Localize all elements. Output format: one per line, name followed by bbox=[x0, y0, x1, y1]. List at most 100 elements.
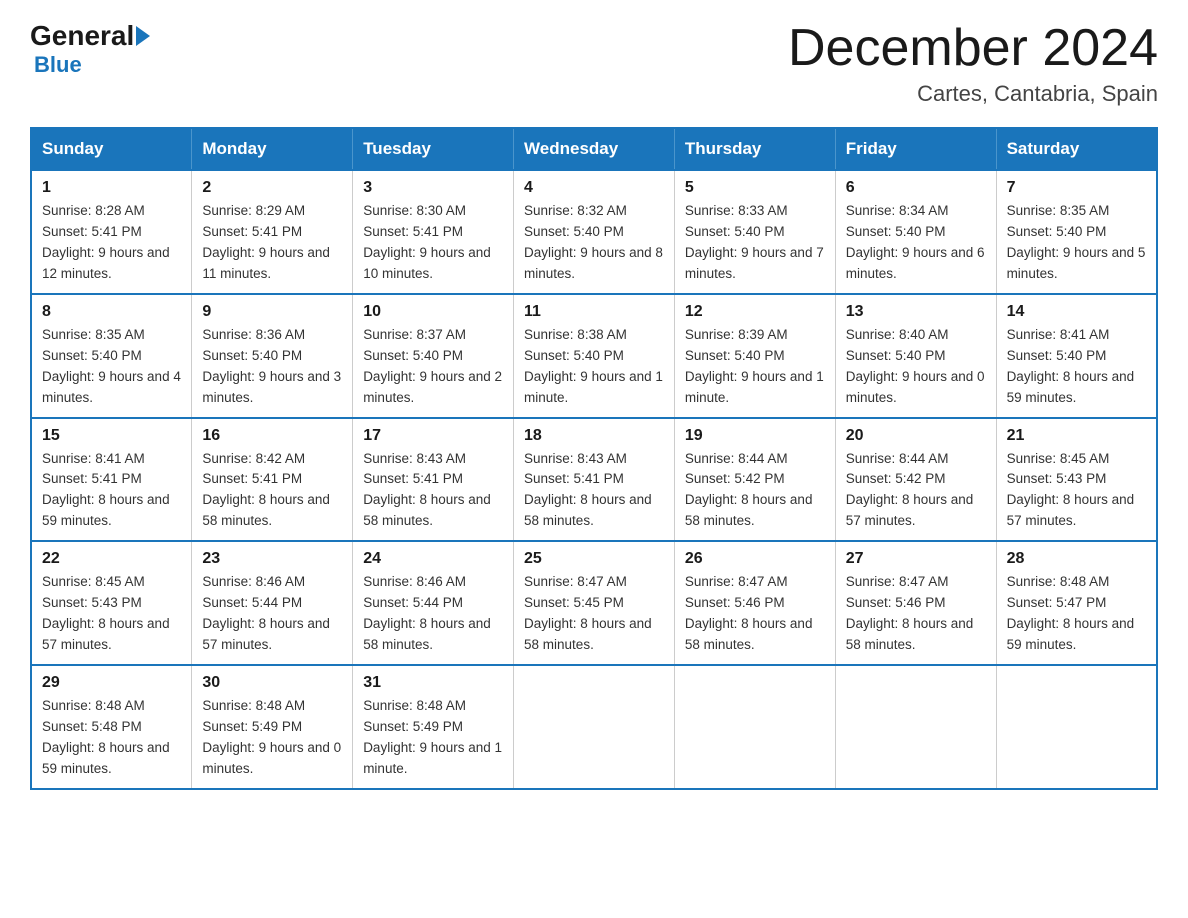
day-number: 3 bbox=[363, 179, 503, 197]
day-number: 28 bbox=[1007, 550, 1146, 568]
col-header-tuesday: Tuesday bbox=[353, 128, 514, 170]
title-section: December 2024 Cartes, Cantabria, Spain bbox=[788, 20, 1158, 107]
day-number: 22 bbox=[42, 550, 181, 568]
day-number: 4 bbox=[524, 179, 664, 197]
day-info: Sunrise: 8:47 AMSunset: 5:45 PMDaylight:… bbox=[524, 574, 652, 652]
calendar-cell: 29 Sunrise: 8:48 AMSunset: 5:48 PMDayligh… bbox=[31, 665, 192, 789]
calendar-cell: 17 Sunrise: 8:43 AMSunset: 5:41 PMDayligh… bbox=[353, 418, 514, 542]
day-number: 17 bbox=[363, 427, 503, 445]
day-info: Sunrise: 8:35 AMSunset: 5:40 PMDaylight:… bbox=[1007, 203, 1146, 281]
day-number: 6 bbox=[846, 179, 986, 197]
calendar-cell: 22 Sunrise: 8:45 AMSunset: 5:43 PMDayligh… bbox=[31, 541, 192, 665]
calendar-week-row: 22 Sunrise: 8:45 AMSunset: 5:43 PMDayligh… bbox=[31, 541, 1157, 665]
day-number: 16 bbox=[202, 427, 342, 445]
calendar-week-row: 8 Sunrise: 8:35 AMSunset: 5:40 PMDaylight… bbox=[31, 294, 1157, 418]
day-info: Sunrise: 8:41 AMSunset: 5:40 PMDaylight:… bbox=[1007, 327, 1135, 405]
col-header-friday: Friday bbox=[835, 128, 996, 170]
calendar-week-row: 29 Sunrise: 8:48 AMSunset: 5:48 PMDayligh… bbox=[31, 665, 1157, 789]
page-header: General Blue December 2024 Cartes, Canta… bbox=[30, 20, 1158, 107]
day-info: Sunrise: 8:30 AMSunset: 5:41 PMDaylight:… bbox=[363, 203, 491, 281]
calendar-week-row: 1Sunrise: 8:28 AMSunset: 5:41 PMDaylight… bbox=[31, 170, 1157, 294]
calendar-week-row: 15Sunrise: 8:41 AMSunset: 5:41 PMDayligh… bbox=[31, 418, 1157, 542]
day-info: Sunrise: 8:29 AMSunset: 5:41 PMDaylight:… bbox=[202, 203, 330, 281]
day-info: Sunrise: 8:33 AMSunset: 5:40 PMDaylight:… bbox=[685, 203, 824, 281]
day-number: 25 bbox=[524, 550, 664, 568]
day-number: 13 bbox=[846, 303, 986, 321]
day-number: 8 bbox=[42, 303, 181, 321]
day-info: Sunrise: 8:40 AMSunset: 5:40 PMDaylight:… bbox=[846, 327, 985, 405]
day-info: Sunrise: 8:47 AMSunset: 5:46 PMDaylight:… bbox=[685, 574, 813, 652]
day-number: 12 bbox=[685, 303, 825, 321]
logo-general-text: General bbox=[30, 20, 134, 52]
day-number: 29 bbox=[42, 674, 181, 692]
day-number: 20 bbox=[846, 427, 986, 445]
calendar-cell: 14 Sunrise: 8:41 AMSunset: 5:40 PMDayligh… bbox=[996, 294, 1157, 418]
calendar-cell: 19Sunrise: 8:44 AMSunset: 5:42 PMDayligh… bbox=[674, 418, 835, 542]
day-number: 7 bbox=[1007, 179, 1146, 197]
day-info: Sunrise: 8:46 AMSunset: 5:44 PMDaylight:… bbox=[202, 574, 330, 652]
day-info: Sunrise: 8:44 AMSunset: 5:42 PMDaylight:… bbox=[846, 451, 974, 529]
calendar-cell: 18 Sunrise: 8:43 AMSunset: 5:41 PMDayligh… bbox=[514, 418, 675, 542]
day-number: 31 bbox=[363, 674, 503, 692]
day-info: Sunrise: 8:48 AMSunset: 5:48 PMDaylight:… bbox=[42, 698, 170, 776]
day-info: Sunrise: 8:43 AMSunset: 5:41 PMDaylight:… bbox=[363, 451, 491, 529]
calendar-cell: 27 Sunrise: 8:47 AMSunset: 5:46 PMDayligh… bbox=[835, 541, 996, 665]
calendar-cell: 16Sunrise: 8:42 AMSunset: 5:41 PMDayligh… bbox=[192, 418, 353, 542]
day-number: 19 bbox=[685, 427, 825, 445]
day-info: Sunrise: 8:48 AMSunset: 5:49 PMDaylight:… bbox=[202, 698, 341, 776]
calendar-table: SundayMondayTuesdayWednesdayThursdayFrid… bbox=[30, 127, 1158, 789]
day-number: 2 bbox=[202, 179, 342, 197]
logo-blue-text: Blue bbox=[34, 52, 82, 77]
day-number: 11 bbox=[524, 303, 664, 321]
day-info: Sunrise: 8:47 AMSunset: 5:46 PMDaylight:… bbox=[846, 574, 974, 652]
day-info: Sunrise: 8:39 AMSunset: 5:40 PMDaylight:… bbox=[685, 327, 824, 405]
calendar-cell: 23 Sunrise: 8:46 AMSunset: 5:44 PMDayligh… bbox=[192, 541, 353, 665]
day-info: Sunrise: 8:48 AMSunset: 5:49 PMDaylight:… bbox=[363, 698, 502, 776]
calendar-cell: 25 Sunrise: 8:47 AMSunset: 5:45 PMDayligh… bbox=[514, 541, 675, 665]
day-info: Sunrise: 8:46 AMSunset: 5:44 PMDaylight:… bbox=[363, 574, 491, 652]
calendar-cell: 5 Sunrise: 8:33 AMSunset: 5:40 PMDaylight… bbox=[674, 170, 835, 294]
day-number: 18 bbox=[524, 427, 664, 445]
day-info: Sunrise: 8:35 AMSunset: 5:40 PMDaylight:… bbox=[42, 327, 181, 405]
calendar-cell bbox=[835, 665, 996, 789]
calendar-cell: 21Sunrise: 8:45 AMSunset: 5:43 PMDayligh… bbox=[996, 418, 1157, 542]
day-info: Sunrise: 8:38 AMSunset: 5:40 PMDaylight:… bbox=[524, 327, 663, 405]
day-number: 10 bbox=[363, 303, 503, 321]
day-number: 9 bbox=[202, 303, 342, 321]
day-number: 24 bbox=[363, 550, 503, 568]
calendar-cell bbox=[996, 665, 1157, 789]
day-number: 21 bbox=[1007, 427, 1146, 445]
calendar-cell: 26 Sunrise: 8:47 AMSunset: 5:46 PMDayligh… bbox=[674, 541, 835, 665]
calendar-cell: 13 Sunrise: 8:40 AMSunset: 5:40 PMDayligh… bbox=[835, 294, 996, 418]
calendar-cell bbox=[514, 665, 675, 789]
calendar-cell: 11 Sunrise: 8:38 AMSunset: 5:40 PMDayligh… bbox=[514, 294, 675, 418]
day-info: Sunrise: 8:43 AMSunset: 5:41 PMDaylight:… bbox=[524, 451, 652, 529]
calendar-cell: 1Sunrise: 8:28 AMSunset: 5:41 PMDaylight… bbox=[31, 170, 192, 294]
calendar-cell: 2 Sunrise: 8:29 AMSunset: 5:41 PMDaylight… bbox=[192, 170, 353, 294]
day-number: 14 bbox=[1007, 303, 1146, 321]
day-info: Sunrise: 8:34 AMSunset: 5:40 PMDaylight:… bbox=[846, 203, 985, 281]
day-info: Sunrise: 8:37 AMSunset: 5:40 PMDaylight:… bbox=[363, 327, 502, 405]
day-info: Sunrise: 8:45 AMSunset: 5:43 PMDaylight:… bbox=[42, 574, 170, 652]
day-number: 5 bbox=[685, 179, 825, 197]
day-info: Sunrise: 8:32 AMSunset: 5:40 PMDaylight:… bbox=[524, 203, 663, 281]
day-number: 30 bbox=[202, 674, 342, 692]
calendar-cell: 9Sunrise: 8:36 AMSunset: 5:40 PMDaylight… bbox=[192, 294, 353, 418]
day-number: 27 bbox=[846, 550, 986, 568]
day-info: Sunrise: 8:41 AMSunset: 5:41 PMDaylight:… bbox=[42, 451, 170, 529]
col-header-wednesday: Wednesday bbox=[514, 128, 675, 170]
logo: General Blue bbox=[30, 20, 152, 78]
day-number: 26 bbox=[685, 550, 825, 568]
calendar-cell: 20 Sunrise: 8:44 AMSunset: 5:42 PMDayligh… bbox=[835, 418, 996, 542]
day-number: 23 bbox=[202, 550, 342, 568]
logo-triangle-icon bbox=[136, 26, 150, 46]
calendar-cell: 24 Sunrise: 8:46 AMSunset: 5:44 PMDayligh… bbox=[353, 541, 514, 665]
calendar-cell: 15Sunrise: 8:41 AMSunset: 5:41 PMDayligh… bbox=[31, 418, 192, 542]
col-header-monday: Monday bbox=[192, 128, 353, 170]
day-info: Sunrise: 8:48 AMSunset: 5:47 PMDaylight:… bbox=[1007, 574, 1135, 652]
calendar-cell bbox=[674, 665, 835, 789]
col-header-saturday: Saturday bbox=[996, 128, 1157, 170]
month-title: December 2024 bbox=[788, 20, 1158, 77]
calendar-cell: 28 Sunrise: 8:48 AMSunset: 5:47 PMDayligh… bbox=[996, 541, 1157, 665]
calendar-cell: 10 Sunrise: 8:37 AMSunset: 5:40 PMDayligh… bbox=[353, 294, 514, 418]
